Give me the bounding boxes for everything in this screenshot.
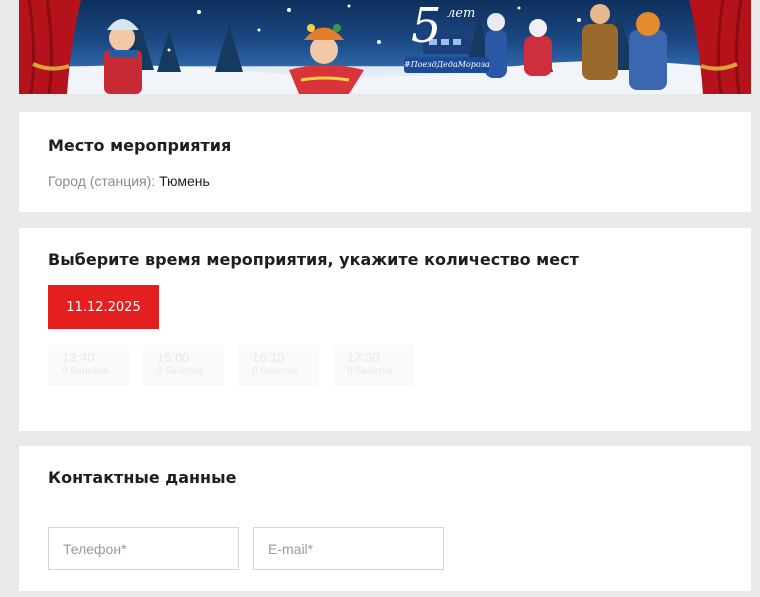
slot-time: 15:00 — [157, 350, 190, 365]
time-selection-title: Выберите время мероприятия, укажите коли… — [48, 250, 579, 269]
slot-tickets: 0 билетов — [347, 366, 394, 377]
slot-tickets: 0 билетов — [62, 366, 109, 377]
venue-city-label: Город (станция): — [48, 173, 160, 189]
anniversary-word: лет — [447, 6, 476, 21]
phone-input[interactable] — [48, 527, 239, 570]
venue-city-line: Город (станция): Тюмень — [48, 173, 210, 189]
venue-card: Место мероприятия Город (станция): Тюмен… — [19, 112, 751, 212]
time-slot[interactable]: 13:40 0 билетов — [48, 345, 129, 386]
time-slot[interactable]: 16:10 0 билетов — [238, 345, 319, 386]
time-slot[interactable]: 15:00 0 билетов — [143, 345, 224, 386]
banner-illustration — [19, 0, 751, 94]
contact-title: Контактные данные — [48, 468, 237, 487]
time-selection-card: Выберите время мероприятия, укажите коли… — [19, 228, 751, 431]
contact-card: Контактные данные — [19, 446, 751, 591]
slot-tickets: 0 билетов — [252, 366, 299, 377]
event-banner: 5 лет #ПоездДедаМороза — [19, 0, 751, 94]
slot-time: 16:10 — [252, 350, 285, 365]
date-button[interactable]: 11.12.2025 — [48, 285, 159, 329]
venue-city-value: Тюмень — [159, 173, 210, 189]
venue-title: Место мероприятия — [48, 136, 232, 155]
slot-time: 13:40 — [62, 350, 95, 365]
slot-time: 17:30 — [347, 350, 380, 365]
email-input[interactable] — [253, 527, 444, 570]
banner-hashtag: #ПоездДедаМороза — [404, 57, 490, 73]
time-slots: 13:40 0 билетов 15:00 0 билетов 16:10 0 … — [48, 345, 414, 386]
time-slot[interactable]: 17:30 0 билетов — [333, 345, 414, 386]
anniversary-number: 5 — [411, 0, 442, 54]
slot-tickets: 0 билетов — [157, 366, 204, 377]
